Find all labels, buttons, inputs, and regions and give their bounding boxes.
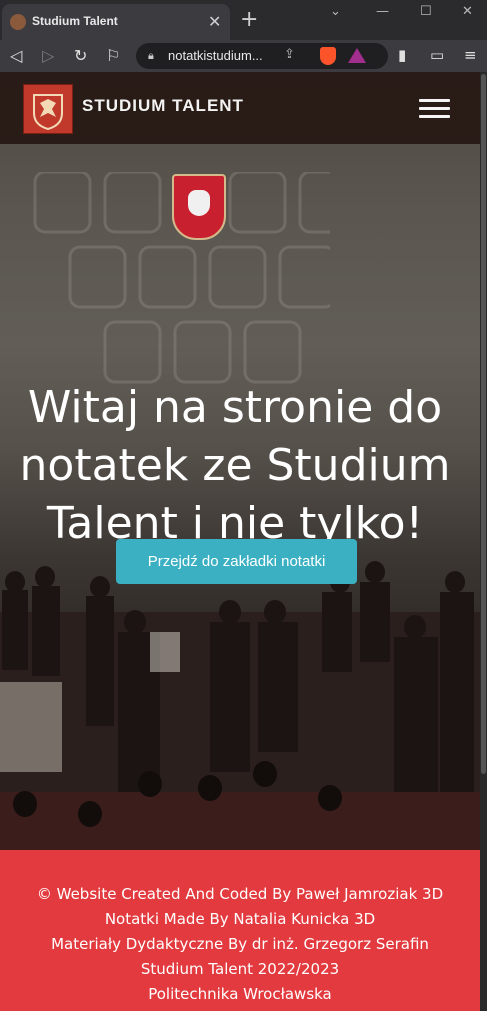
bookmark-icon[interactable]: ⚐ — [106, 46, 120, 65]
web-page: STUDIUM TALENT Witaj na stronie do notat… — [0, 72, 480, 1011]
reload-icon[interactable]: ↻ — [74, 46, 87, 65]
site-navbar: STUDIUM TALENT — [0, 72, 480, 144]
tab-close-icon[interactable]: ✕ — [208, 12, 221, 31]
maximize-icon[interactable]: ☐ — [420, 4, 432, 19]
new-tab-icon[interactable]: + — [240, 7, 258, 32]
hamburger-menu-icon[interactable] — [419, 99, 450, 119]
address-bar[interactable]: 🔒︎ notatkistudium... ⇪ — [136, 43, 388, 69]
brave-rewards-icon[interactable] — [348, 48, 366, 63]
footer-credit-website: © Website Created And Coded By Paweł Jam… — [36, 885, 444, 903]
tab-search-icon[interactable]: ⌄ — [330, 4, 341, 19]
ceremony-crowd-image — [0, 561, 480, 850]
footer-credit-notes: Notatki Made By Natalia Kunicka 3D — [104, 910, 376, 928]
hero-title: Witaj na stronie do notatek ze Studium T… — [19, 382, 451, 550]
menu-icon[interactable]: ≡ — [464, 46, 477, 64]
minimize-icon[interactable]: — — [376, 4, 389, 19]
tab-title: Studium Talent — [32, 14, 118, 28]
footer-credit-materials: Materiały Dydaktyczne By dr inż. Grzegor… — [51, 935, 429, 953]
url-text[interactable]: notatkistudium... — [168, 48, 263, 63]
browser-toolbar: ◁ ▷ ↻ ⚐ 🔒︎ notatkistudium... ⇪ ▮ ▭ ≡ — [0, 40, 487, 72]
favicon-icon — [10, 14, 26, 30]
forward-icon[interactable]: ▷ — [42, 46, 54, 65]
sidebar-icon[interactable]: ▮ — [398, 46, 406, 64]
close-window-icon[interactable]: ✕ — [462, 4, 473, 19]
page-scrollbar-thumb[interactable] — [481, 74, 486, 774]
go-to-notes-button[interactable]: Przejdź do zakładki notatki — [116, 539, 357, 584]
lock-icon: 🔒︎ — [148, 49, 154, 62]
share-icon[interactable]: ⇪ — [284, 47, 295, 62]
eagle-emblem-image — [172, 174, 226, 240]
wallet-icon[interactable]: ▭ — [430, 46, 444, 64]
browser-tabbar: Studium Talent ✕ + ⌄ — ☐ ✕ — [0, 0, 487, 40]
back-icon[interactable]: ◁ — [10, 46, 22, 65]
browser-tab[interactable]: Studium Talent ✕ — [2, 4, 230, 40]
footer-year: Studium Talent 2022/2023 — [140, 960, 340, 978]
site-footer: © Website Created And Coded By Paweł Jam… — [0, 850, 480, 1011]
logo-eagle-icon[interactable] — [23, 84, 73, 134]
site-logo-text[interactable]: STUDIUM TALENT — [82, 96, 244, 116]
footer-university: Politechnika Wrocławska — [148, 985, 332, 1003]
brave-shield-icon[interactable] — [320, 47, 336, 65]
